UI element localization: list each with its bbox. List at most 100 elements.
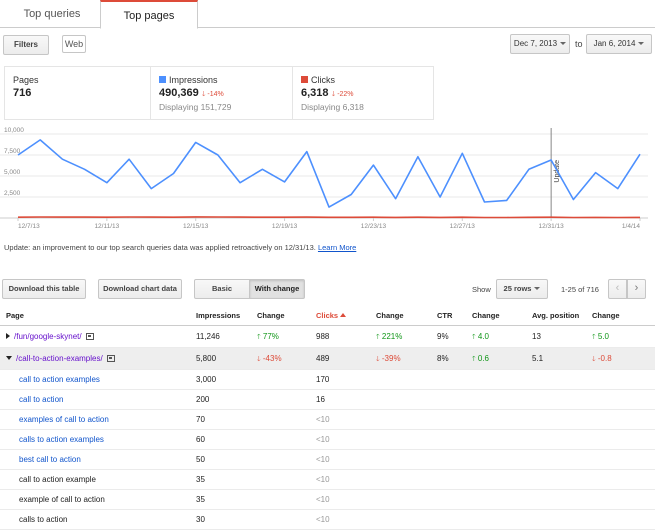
date-range-separator: to (575, 39, 583, 49)
clicks-change-value: -22% (337, 91, 354, 98)
start-date-button[interactable]: Dec 7, 2013 (510, 34, 570, 54)
impressions-change-value: -43% (262, 354, 282, 363)
clicks-cell: 170 (316, 375, 330, 384)
position-change-cell: 🡑 5.0 (592, 326, 609, 349)
series-line-clicks (17, 216, 641, 219)
clicks-label: Clicks (311, 75, 335, 85)
header-ctr-change[interactable]: Change (472, 306, 500, 326)
collapse-icon[interactable] (6, 356, 12, 360)
header-clicks[interactable]: Clicks (316, 306, 347, 326)
ctr-change-cell: 🡑 0.6 (472, 348, 489, 371)
impressions-change-value: 77% (262, 332, 279, 341)
ctr-change-value: 0.6 (477, 354, 489, 363)
external-link-icon[interactable] (85, 333, 94, 340)
query-link[interactable]: examples of call to action (19, 410, 109, 430)
impressions-cell: 3,000 (196, 375, 217, 384)
clicks-change: 🡓 -22% (332, 91, 354, 98)
query-link[interactable]: calls to action examples (19, 430, 104, 450)
clicks-change-value: -39% (381, 354, 401, 363)
query-link[interactable]: best call to action (19, 450, 81, 470)
clicks-change-cell: 🡑 221% (376, 326, 402, 349)
page-link[interactable]: /call-to-action-examples/ (16, 354, 103, 363)
download-chart-button[interactable]: Download chart data (98, 279, 182, 299)
up-arrow-icon: 🡑 (472, 334, 476, 341)
learn-more-link[interactable]: Learn More (318, 243, 356, 252)
query-row[interactable]: call to action examples 3,000 170 (0, 370, 655, 390)
next-page-button[interactable]: › (627, 279, 646, 299)
pages-label: Pages (13, 75, 39, 85)
external-link-icon[interactable] (106, 355, 115, 362)
query-row: example of call to action 35 <10 (0, 490, 655, 510)
query-row[interactable]: examples of call to action 70 <10 (0, 410, 655, 430)
header-avg-position[interactable]: Avg. position (532, 306, 579, 326)
impressions-cell: 35 (196, 475, 205, 484)
header-clicks-change[interactable]: Change (376, 306, 404, 326)
header-position-change[interactable]: Change (592, 306, 620, 326)
table-row[interactable]: /fun/google-skynet/ 11,246 🡑 77% 988 🡑 2… (0, 326, 655, 348)
clicks-cell: <10 (316, 495, 330, 504)
prev-page-button[interactable]: ‹ (608, 279, 627, 299)
impressions-cell: 70 (196, 415, 205, 424)
expand-icon[interactable] (6, 333, 10, 339)
filters-button[interactable]: Filters (3, 35, 49, 55)
ctr-change-cell: 🡑 4.0 (472, 326, 489, 349)
down-arrow-icon: 🡓 (201, 91, 206, 98)
impressions-cell: 200 (196, 395, 210, 404)
clicks-change-value: 221% (381, 332, 403, 341)
header-ctr[interactable]: CTR (437, 306, 452, 326)
x-tick-label: 12/31/13 (538, 223, 564, 230)
y-tick-label: 5,000 (4, 169, 21, 176)
impressions-displaying: Displaying 151,729 (159, 102, 232, 112)
pages-value: 716 (13, 87, 32, 99)
clicks-cell: 489 (316, 354, 330, 363)
query-link[interactable]: call to action examples (19, 370, 100, 390)
summary-impressions[interactable]: Impressions 490,369 🡓 -14% Displaying 15… (151, 67, 293, 119)
clicks-cell: <10 (316, 435, 330, 444)
rows-per-page-select[interactable]: 25 rows (496, 279, 548, 299)
header-page[interactable]: Page (6, 306, 24, 326)
impressions-cell: 50 (196, 455, 205, 464)
table-header: Page Impressions Change Clicks Change CT… (0, 306, 655, 326)
clicks-legend-swatch (301, 76, 308, 83)
impressions-legend-swatch (159, 76, 166, 83)
query-row[interactable]: call to action 200 16 (0, 390, 655, 410)
query-text: example of call to action (19, 495, 105, 504)
sort-asc-icon (340, 313, 347, 317)
summary-pages: Pages 716 (5, 67, 151, 119)
web-filter-chip[interactable]: Web (62, 35, 86, 53)
query-row[interactable]: calls to action examples 60 <10 (0, 430, 655, 450)
summary-clicks[interactable]: Clicks 6,318 🡓 -22% Displaying 6,318 (293, 67, 433, 119)
rows-per-page-value: 25 rows (503, 284, 532, 293)
tab-top-pages[interactable]: Top pages (100, 0, 198, 29)
page-link[interactable]: /fun/google-skynet/ (14, 332, 82, 341)
query-row: call to action example 35 <10 (0, 470, 655, 490)
top-pages-table: Page Impressions Change Clicks Change CT… (0, 306, 655, 530)
download-table-button[interactable]: Download this table (2, 279, 86, 299)
table-row[interactable]: /call-to-action-examples/ 5,800 🡓 -43% 4… (0, 348, 655, 370)
query-link[interactable]: call to action (19, 390, 63, 410)
update-note-text: Update: an improvement to our top search… (4, 243, 316, 252)
basic-view-button[interactable]: Basic (194, 279, 250, 299)
impressions-change-cell: 🡓 -43% (257, 348, 282, 371)
tab-bar: Top queries Top pages (0, 0, 655, 29)
clicks-cell: <10 (316, 415, 330, 424)
end-date-button[interactable]: Jan 6, 2014 (586, 34, 652, 54)
page-cell: /fun/google-skynet/ (6, 326, 94, 348)
start-date-label: Dec 7, 2013 (513, 39, 558, 48)
ctr-change-value: 4.0 (477, 332, 489, 341)
with-change-view-button[interactable]: With change (249, 279, 305, 299)
query-row: calls to action 30 <10 (0, 510, 655, 530)
header-impressions-change[interactable]: Change (257, 306, 285, 326)
up-arrow-icon: 🡑 (376, 334, 380, 341)
clicks-cell: <10 (316, 455, 330, 464)
header-impressions[interactable]: Impressions (196, 306, 240, 326)
x-tick-label: 1/4/14 (622, 223, 640, 230)
query-text: calls to action (19, 515, 68, 524)
down-arrow-icon: 🡓 (257, 356, 261, 363)
y-tick-label: 10,000 (4, 127, 24, 134)
show-label: Show (472, 285, 491, 294)
up-arrow-icon: 🡑 (472, 356, 476, 363)
update-note: Update: an improvement to our top search… (4, 243, 356, 252)
query-row[interactable]: best call to action 50 <10 (0, 450, 655, 470)
tab-top-queries[interactable]: Top queries (6, 0, 98, 28)
